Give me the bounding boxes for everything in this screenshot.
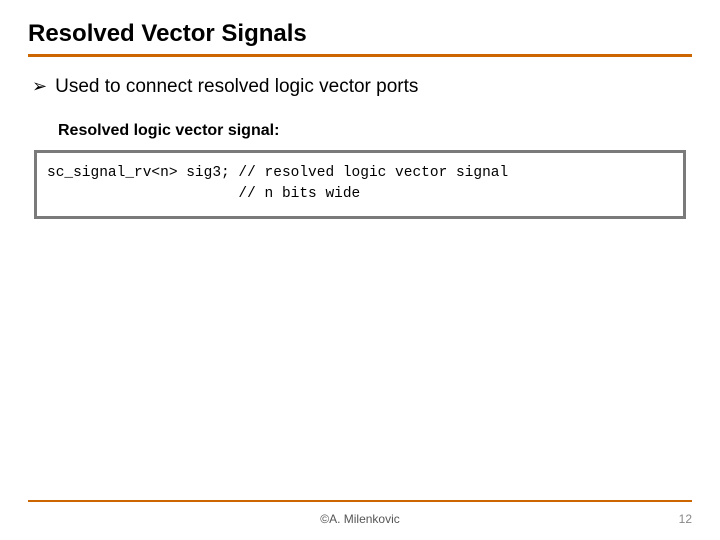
title-underline [28, 54, 692, 57]
arrow-bullet-icon: ➢ [32, 75, 47, 98]
footer-page-number: 12 [668, 512, 692, 526]
bullet-text: Used to connect resolved logic vector po… [55, 75, 418, 100]
slide-container: Resolved Vector Signals ➢ Used to connec… [0, 0, 720, 540]
footer-author: ©A. Milenkovic [52, 512, 668, 526]
slide-title: Resolved Vector Signals [28, 20, 692, 48]
footer-line [28, 500, 692, 502]
footer-content: ©A. Milenkovic 12 [28, 512, 692, 526]
code-block: sc_signal_rv<n> sig3; // resolved logic … [34, 150, 686, 220]
bullet-row: ➢ Used to connect resolved logic vector … [28, 75, 692, 100]
subheading: Resolved logic vector signal: [58, 122, 692, 140]
footer: ©A. Milenkovic 12 [28, 500, 692, 526]
